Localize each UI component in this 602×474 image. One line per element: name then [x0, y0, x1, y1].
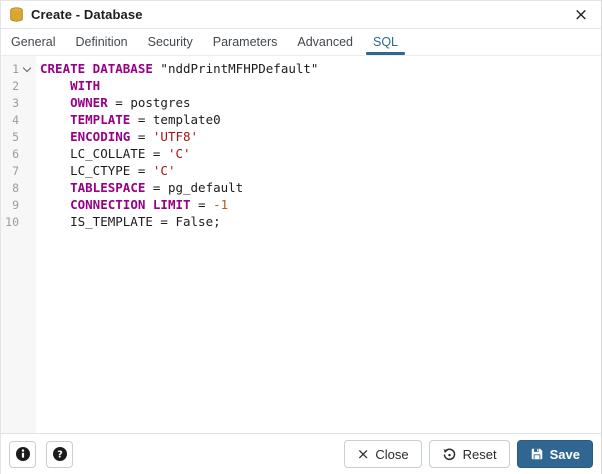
code-line[interactable]: 7 LC_CTYPE = 'C' [1, 162, 601, 179]
tab-advanced[interactable]: Advanced [287, 29, 363, 55]
code-text: CONNECTION LIMIT = -1 [36, 196, 228, 213]
svg-text:?: ? [57, 449, 63, 460]
sql-editor[interactable]: 1 CREATE DATABASE "nddPrintMFHPDefault"2 … [1, 56, 601, 433]
code-text: CREATE DATABASE "nddPrintMFHPDefault" [36, 60, 318, 77]
reset-icon [442, 447, 457, 462]
info-button[interactable] [9, 441, 36, 468]
close-x-icon: × [357, 447, 370, 462]
tab-general[interactable]: General [1, 29, 65, 55]
save-button[interactable]: Save [517, 440, 593, 468]
line-number: 4 [1, 111, 19, 129]
line-number: 2 [1, 77, 19, 95]
create-database-dialog: Create - Database × GeneralDefinitionSec… [0, 0, 602, 474]
code-line[interactable]: 10 IS_TEMPLATE = False; [1, 213, 601, 230]
code-line[interactable]: 6 LC_COLLATE = 'C' [1, 145, 601, 162]
tab-security[interactable]: Security [138, 29, 203, 55]
code-text: TEMPLATE = template0 [36, 111, 221, 128]
tab-sql[interactable]: SQL [363, 29, 408, 55]
close-button[interactable]: × Close [344, 440, 422, 468]
code-text: LC_CTYPE = 'C' [36, 162, 175, 179]
help-button[interactable]: ? [46, 441, 73, 468]
tab-bar: GeneralDefinitionSecurityParametersAdvan… [1, 29, 601, 56]
save-button-label: Save [550, 447, 580, 462]
line-number: 6 [1, 145, 19, 163]
line-number: 7 [1, 162, 19, 180]
footer-right-group: × Close Reset Save [344, 440, 593, 468]
code-line[interactable]: 3 OWNER = postgres [1, 94, 601, 111]
dialog-title: Create - Database [31, 7, 143, 22]
line-number: 3 [1, 94, 19, 112]
help-icon: ? [52, 446, 68, 462]
code-line[interactable]: 1 CREATE DATABASE "nddPrintMFHPDefault" [1, 60, 601, 77]
footer-left-group: ? [9, 441, 73, 468]
code-line[interactable]: 4 TEMPLATE = template0 [1, 111, 601, 128]
save-icon [530, 447, 544, 461]
dialog-titlebar: Create - Database × [1, 1, 601, 29]
reset-button-label: Reset [463, 447, 497, 462]
close-button-label: Close [375, 447, 408, 462]
line-number: 9 [1, 196, 19, 214]
code-text: TABLESPACE = pg_default [36, 179, 243, 196]
database-icon [9, 7, 24, 22]
code-text: OWNER = postgres [36, 94, 191, 111]
chevron-down-icon [23, 64, 31, 72]
code-text: IS_TEMPLATE = False; [36, 213, 221, 230]
code-line[interactable]: 9 CONNECTION LIMIT = -1 [1, 196, 601, 213]
reset-button[interactable]: Reset [429, 440, 510, 468]
code-text: ENCODING = 'UTF8' [36, 128, 198, 145]
code-line[interactable]: 8 TABLESPACE = pg_default [1, 179, 601, 196]
code-text: LC_COLLATE = 'C' [36, 145, 191, 162]
tab-parameters[interactable]: Parameters [203, 29, 288, 55]
code-line[interactable]: 5 ENCODING = 'UTF8' [1, 128, 601, 145]
code-line[interactable]: 2 WITH [1, 77, 601, 94]
dialog-footer: ? × Close Reset [1, 433, 601, 474]
tab-definition[interactable]: Definition [65, 29, 137, 55]
line-number: 1 [1, 60, 19, 78]
info-icon [15, 446, 31, 462]
dialog-close-icon[interactable]: × [571, 5, 591, 25]
line-number: 10 [1, 213, 19, 231]
line-number: 5 [1, 128, 19, 146]
code-text: WITH [36, 77, 100, 94]
line-number: 8 [1, 179, 19, 197]
code-lines: 1 CREATE DATABASE "nddPrintMFHPDefault"2 … [1, 56, 601, 230]
